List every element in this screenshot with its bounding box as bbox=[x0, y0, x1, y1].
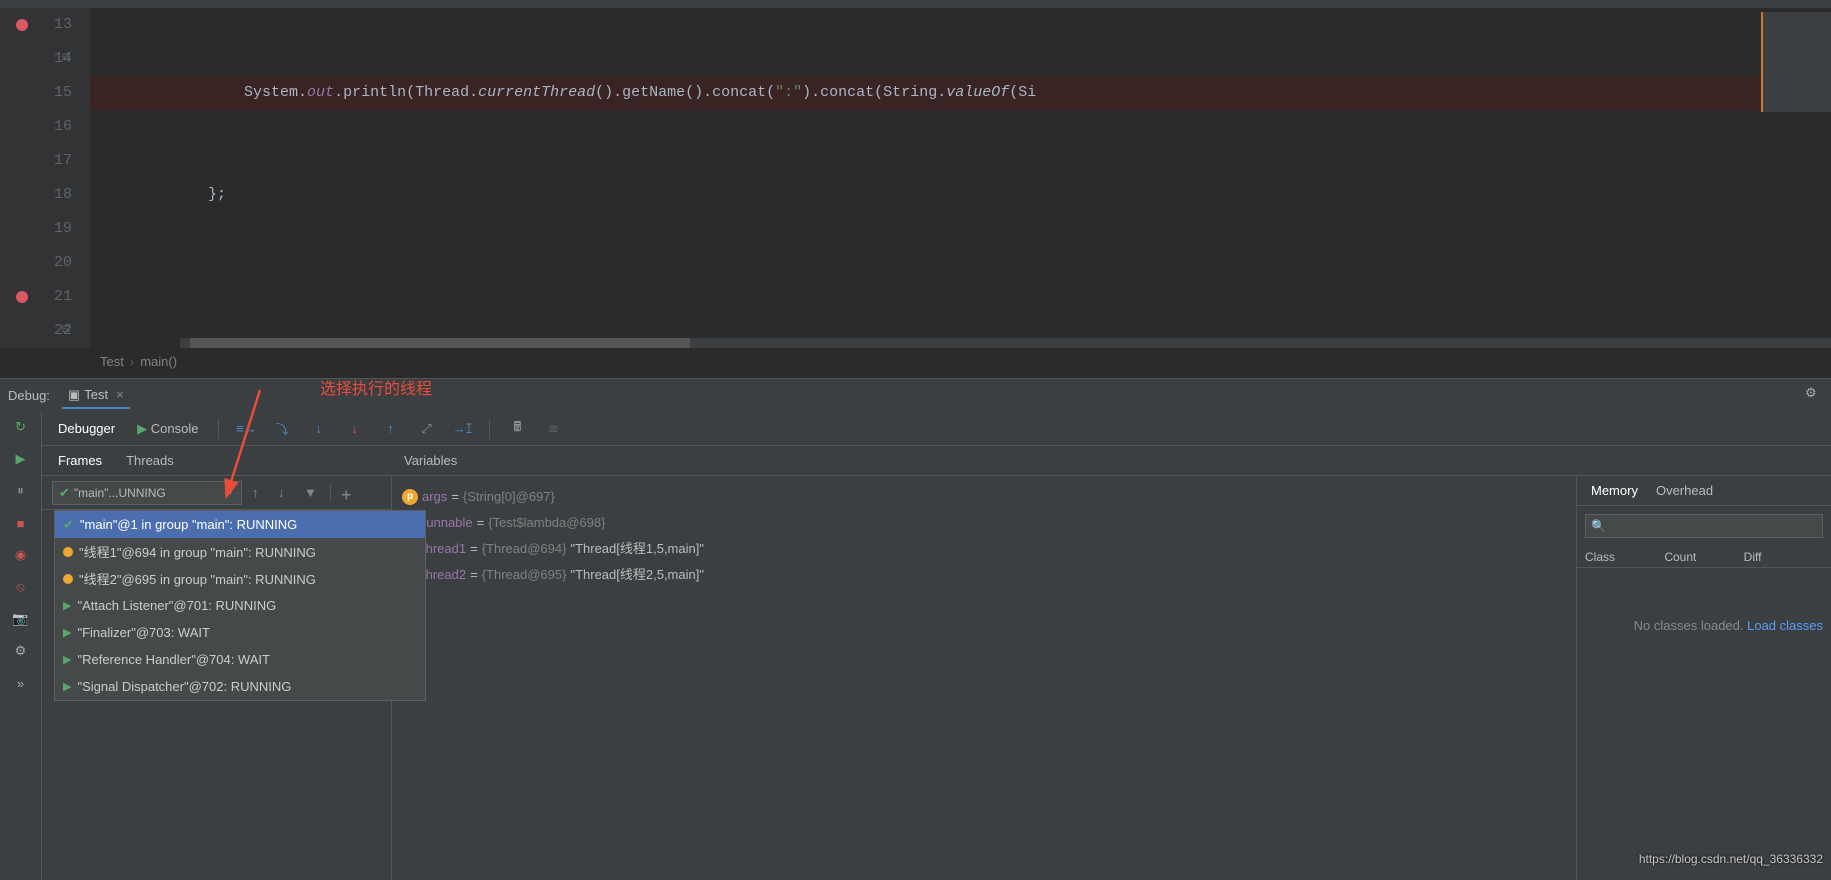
add-icon[interactable]: + bbox=[341, 485, 357, 501]
thread-running-icon bbox=[63, 574, 73, 584]
code-line[interactable]: System.out.println(Thread.currentThread(… bbox=[90, 76, 1831, 110]
drop-frame-icon[interactable]: ⤢ bbox=[417, 420, 435, 438]
thread-running-icon bbox=[63, 547, 73, 557]
h-scrollbar[interactable] bbox=[180, 338, 1831, 348]
annotation-text: 选择执行的线程 bbox=[320, 375, 432, 399]
watermark: https://blog.csdn.net/qq_36336332 bbox=[1639, 852, 1823, 866]
memory-empty-text: No classes loaded. Load classes bbox=[1577, 568, 1831, 683]
debug-run-toolbar: ↻ ▶ ⏸ ■ ◉ ⦸ 📷 ⚙ » bbox=[0, 412, 42, 880]
gutter: 13 ⊟14 15 16 17 18 19 20 21 ⊟22 bbox=[0, 8, 90, 348]
thread-dropdown[interactable]: ✔"main"@1 in group "main": RUNNING"线程1"@… bbox=[54, 510, 426, 701]
load-classes-link[interactable]: Load classes bbox=[1747, 618, 1823, 633]
search-icon: 🔍 bbox=[1591, 519, 1606, 533]
thread-dropdown-item[interactable]: ▶"Signal Dispatcher"@702: RUNNING bbox=[55, 673, 425, 700]
line-number: 15 bbox=[0, 76, 72, 110]
debug-icon: ▣ bbox=[68, 387, 80, 403]
line-number: ⊟14 bbox=[0, 42, 72, 76]
thread-dropdown-item[interactable]: "线程1"@694 in group "main": RUNNING bbox=[55, 538, 425, 565]
line-number: 17 bbox=[0, 144, 72, 178]
step-over-icon[interactable]: ⤵ bbox=[273, 420, 291, 438]
thread-dropdown-item[interactable]: ✔"main"@1 in group "main": RUNNING bbox=[55, 511, 425, 538]
stop-icon[interactable]: ■ bbox=[12, 514, 30, 532]
breakpoint-check-icon[interactable] bbox=[16, 291, 28, 303]
rerun-icon[interactable]: ↻ bbox=[12, 418, 30, 436]
code-line[interactable] bbox=[90, 280, 1831, 314]
variable-row[interactable]: thread1 = {Thread@694} "Thread[线程1,5,mai… bbox=[402, 536, 1566, 562]
mute-breakpoints-icon[interactable]: ⦸ bbox=[12, 578, 30, 596]
more-icon[interactable]: » bbox=[12, 674, 30, 692]
show-execution-point-icon[interactable]: ≡→ bbox=[237, 420, 255, 438]
camera-icon[interactable]: 📷 bbox=[12, 610, 30, 628]
memory-search-input[interactable] bbox=[1585, 514, 1823, 538]
pause-icon[interactable]: ⏸ bbox=[12, 482, 30, 500]
thread-play-icon: ▶ bbox=[63, 626, 71, 639]
thread-dropdown-item[interactable]: ▶"Attach Listener"@701: RUNNING bbox=[55, 592, 425, 619]
line-number: 18 bbox=[0, 178, 72, 212]
thread-dropdown-item[interactable]: ▶"Reference Handler"@704: WAIT bbox=[55, 646, 425, 673]
thread-dropdown-item[interactable]: ▶"Finalizer"@703: WAIT bbox=[55, 619, 425, 646]
thread-play-icon: ▶ bbox=[63, 599, 71, 612]
thread-selector[interactable]: ✔ "main"...UNNING ▼ bbox=[52, 481, 242, 505]
param-badge-icon: p bbox=[402, 489, 418, 505]
prev-frame-icon[interactable]: ↑ bbox=[252, 485, 268, 501]
run-to-cursor-icon[interactable]: →ꕯ bbox=[453, 420, 471, 438]
fold-icon[interactable]: ⊟ bbox=[62, 42, 70, 76]
step-into-icon[interactable]: ↓ bbox=[309, 420, 327, 438]
variable-row[interactable]: runnable = {Test$lambda@698} bbox=[402, 510, 1566, 536]
view-breakpoints-icon[interactable]: ◉ bbox=[12, 546, 30, 564]
evaluate-icon[interactable]: 🖩 bbox=[508, 420, 526, 438]
line-number: 16 bbox=[0, 110, 72, 144]
frames-tabs: Frames Threads Variables bbox=[42, 446, 1831, 476]
line-number: 20 bbox=[0, 246, 72, 280]
tab-memory[interactable]: Memory bbox=[1591, 483, 1638, 498]
minimap[interactable] bbox=[1761, 12, 1831, 112]
resume-icon[interactable]: ▶ bbox=[12, 450, 30, 468]
next-frame-icon[interactable]: ↓ bbox=[278, 485, 294, 501]
breadcrumb[interactable]: Test›main() bbox=[0, 348, 1831, 378]
thread-play-icon: ▶ bbox=[63, 680, 71, 693]
file-tabs bbox=[0, 0, 1831, 8]
tab-debugger[interactable]: Debugger bbox=[56, 415, 117, 442]
force-step-into-icon[interactable]: ↓ bbox=[345, 420, 363, 438]
thread-dropdown-item[interactable]: "线程2"@695 in group "main": RUNNING bbox=[55, 565, 425, 592]
line-number[interactable]: 21 bbox=[0, 280, 72, 314]
variables-panel[interactable]: p args = {String[0]@697} runnable = {Tes… bbox=[392, 476, 1576, 880]
line-number: 19 bbox=[0, 212, 72, 246]
check-icon: ✔ bbox=[63, 517, 74, 533]
filter-icon[interactable]: ▼ bbox=[304, 485, 320, 501]
debug-toolbar: Debugger ▶ Console ≡→ ⤵ ↓ ↓ ↑ ⤢ →ꕯ 🖩 ≋ bbox=[42, 412, 1831, 446]
debug-session-tab[interactable]: ▣ Test × bbox=[62, 383, 130, 409]
line-number[interactable]: 13 bbox=[0, 8, 72, 42]
memory-table-header: ClassCountDiff bbox=[1577, 546, 1831, 568]
breakpoint-icon[interactable] bbox=[16, 19, 28, 31]
tab-console[interactable]: ▶ Console bbox=[135, 415, 200, 443]
tab-frames[interactable]: Frames bbox=[58, 453, 102, 468]
debug-title: Debug: bbox=[8, 388, 50, 403]
close-icon[interactable]: × bbox=[116, 387, 124, 402]
line-number: ⊟22 bbox=[0, 314, 72, 348]
tab-overhead[interactable]: Overhead bbox=[1656, 483, 1713, 498]
thread-play-icon: ▶ bbox=[63, 653, 71, 666]
tab-threads[interactable]: Threads bbox=[126, 453, 174, 468]
code-line[interactable]: }; bbox=[90, 178, 1831, 212]
variables-label: Variables bbox=[404, 453, 457, 468]
gear-icon[interactable]: ⚙ bbox=[1805, 385, 1823, 403]
memory-panel: Memory Overhead 🔍 ClassCountDiff No clas… bbox=[1576, 476, 1831, 880]
variable-row[interactable]: p args = {String[0]@697} bbox=[402, 484, 1566, 510]
fold-icon[interactable]: ⊟ bbox=[62, 314, 70, 348]
debug-header: Debug: ▣ Test × 选择执行的线程 ⚙ bbox=[0, 379, 1831, 412]
settings-icon[interactable]: ⚙ bbox=[12, 642, 30, 660]
step-out-icon[interactable]: ↑ bbox=[381, 420, 399, 438]
check-icon: ✔ bbox=[59, 485, 70, 501]
variable-row[interactable]: thread2 = {Thread@695} "Thread[线程2,5,mai… bbox=[402, 562, 1566, 588]
trace-icon[interactable]: ≋ bbox=[544, 420, 562, 438]
editor: 13 ⊟14 15 16 17 18 19 20 21 ⊟22 System.o… bbox=[0, 8, 1831, 348]
code-content[interactable]: System.out.println(Thread.currentThread(… bbox=[90, 8, 1831, 348]
chevron-down-icon: ▼ bbox=[225, 487, 235, 498]
